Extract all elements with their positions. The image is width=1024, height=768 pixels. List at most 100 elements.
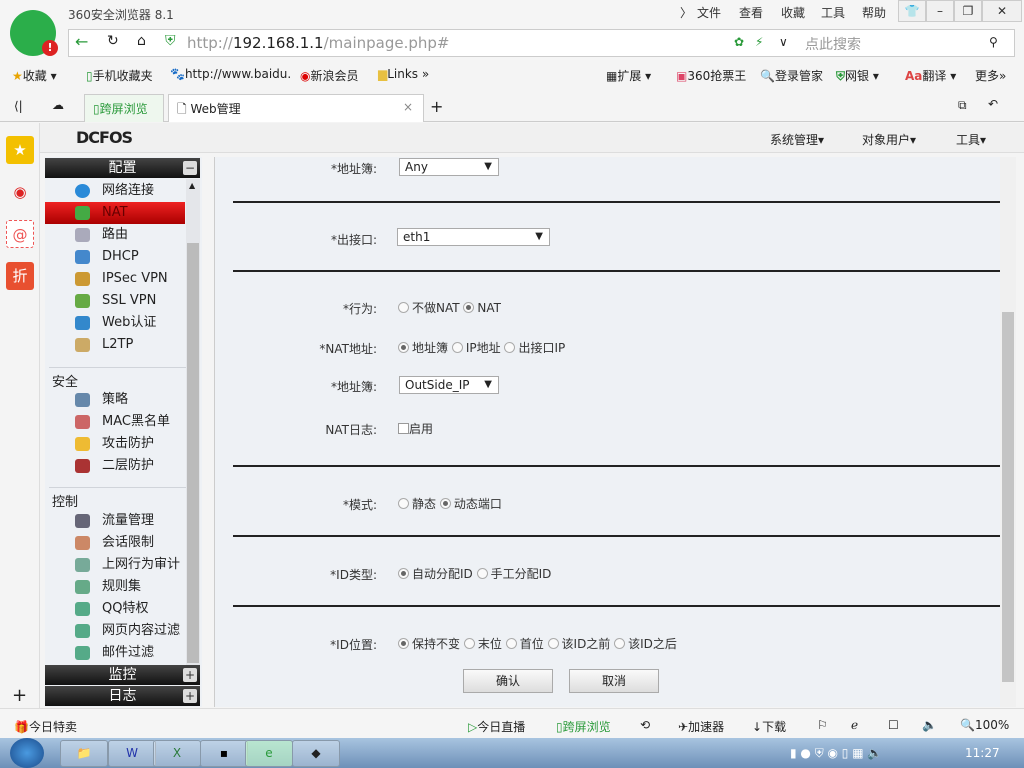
sidebar-toggle-icon[interactable]: ⟨|: [14, 99, 23, 113]
content-scrollbar[interactable]: [1000, 157, 1016, 707]
radio-before-id[interactable]: 该ID之前: [547, 637, 610, 651]
cancel-button[interactable]: 取消: [569, 669, 659, 693]
tray-icons[interactable]: ▮ ● ⛨ ◉ ▯ ▦ 🔈: [790, 746, 882, 761]
ext-more[interactable]: 更多»: [975, 67, 1006, 84]
nav-item-ruleset[interactable]: 规则集: [45, 576, 185, 598]
cloud-icon[interactable]: ☁: [52, 98, 64, 112]
maximize-button[interactable]: ❐: [954, 0, 982, 22]
start-button[interactable]: [10, 738, 44, 768]
radio-addrbook[interactable]: 地址簿: [398, 341, 448, 355]
speed-icon[interactable]: ⚡: [755, 35, 763, 49]
taskbar-explorer[interactable]: 📁: [60, 740, 108, 767]
nav-item-l2-protect[interactable]: 二层防护: [45, 455, 185, 477]
taskbar-app[interactable]: ◆: [292, 740, 340, 767]
ie-icon[interactable]: ℯ: [851, 718, 858, 732]
history-icon[interactable]: ⟲: [640, 718, 650, 732]
taskbar-word[interactable]: W: [108, 740, 156, 767]
undo-icon[interactable]: ↶: [988, 97, 998, 111]
nav-header-monitor[interactable]: 监控 +: [45, 665, 200, 685]
menu-objects[interactable]: 对象用户▾: [862, 131, 916, 148]
addrbook-select[interactable]: Any ▼: [399, 158, 499, 176]
dropdown-icon[interactable]: ∨: [779, 35, 788, 49]
cross-screen-button[interactable]: ▯跨屏浏览: [556, 718, 611, 735]
radio-nat[interactable]: NAT: [463, 301, 501, 315]
window-icon[interactable]: ☐: [888, 718, 899, 732]
nav-scrollbar[interactable]: ▲: [186, 179, 200, 665]
add-icon[interactable]: +: [12, 685, 27, 706]
confirm-button[interactable]: 确认: [463, 669, 553, 693]
nav-item-web-filter[interactable]: 网页内容过滤: [45, 620, 185, 642]
taskbar-browser[interactable]: e: [245, 740, 293, 767]
bookmark-mobile[interactable]: ▯手机收藏夹: [86, 67, 153, 84]
nav-item-mac-blacklist[interactable]: MAC黑名单: [45, 411, 185, 433]
bookmark-links[interactable]: ▆Links »: [378, 67, 429, 81]
compat-icon[interactable]: ✿: [734, 35, 744, 49]
weibo-icon[interactable]: ◉: [6, 178, 34, 206]
radio-keep[interactable]: 保持不变: [398, 637, 460, 651]
ext-bank[interactable]: ⛨网银 ▾: [836, 67, 879, 84]
menu-help[interactable]: 帮助: [862, 4, 886, 21]
nav-item-mail-filter[interactable]: 邮件过滤: [45, 642, 185, 664]
tab-close-icon[interactable]: ×: [403, 100, 413, 114]
new-tab-icon[interactable]: +: [430, 97, 443, 116]
bookmark-baidu[interactable]: 🐾http://www.baidu.: [170, 67, 291, 81]
nav-item-l2tp[interactable]: L2TP: [45, 334, 185, 356]
addrbook-2-select[interactable]: OutSide_IP ▼: [399, 376, 499, 394]
back-icon[interactable]: ←: [75, 32, 88, 51]
nav-item-nat[interactable]: NAT: [45, 202, 185, 224]
discount-icon[interactable]: 折: [6, 262, 34, 290]
skin-button[interactable]: 👕: [898, 0, 926, 22]
nav-item-audit[interactable]: 上网行为审计: [45, 554, 185, 576]
radio-dynamic-port[interactable]: 动态端口: [439, 497, 502, 511]
ext-translate[interactable]: Aa翻译 ▾: [905, 67, 956, 84]
radio-auto-id[interactable]: 自动分配ID: [398, 567, 473, 581]
nav-item-sslvpn[interactable]: SSL VPN: [45, 290, 185, 312]
nav-item-traffic[interactable]: 流量管理: [45, 510, 185, 532]
download-button[interactable]: ↓下载: [752, 718, 786, 735]
flag-icon[interactable]: ⚐: [817, 718, 828, 732]
out-interface-select[interactable]: eth1 ▼: [397, 228, 550, 246]
menu-favorites[interactable]: 收藏: [781, 4, 805, 21]
nav-item-dhcp[interactable]: DHCP: [45, 246, 185, 268]
clock[interactable]: 11:27: [965, 746, 1000, 760]
favorites-star-icon[interactable]: ★: [6, 136, 34, 164]
live-button[interactable]: ▷今日直播: [468, 718, 525, 735]
browser-logo-icon[interactable]: !: [10, 10, 58, 56]
nav-item-attack-protect[interactable]: 攻击防护: [45, 433, 185, 455]
nav-item-webauth[interactable]: Web认证: [45, 312, 185, 334]
ext-ticket[interactable]: ▣360抢票王: [676, 67, 746, 84]
nav-item-ipsec[interactable]: IPSec VPN: [45, 268, 185, 290]
nav-item-session-limit[interactable]: 会话限制: [45, 532, 185, 554]
radio-after-id[interactable]: 该ID之后: [614, 637, 677, 651]
menu-app-tools[interactable]: 工具▾: [956, 131, 986, 148]
taskbar-cmd[interactable]: ▪: [200, 740, 248, 767]
daily-deals[interactable]: 🎁今日特卖: [14, 718, 77, 735]
bookmark-sina[interactable]: ◉新浪会员: [300, 67, 359, 84]
radio-out-if-ip[interactable]: 出接口IP: [504, 341, 565, 355]
ext-extend[interactable]: ▦扩展 ▾: [606, 67, 651, 84]
tab-cross-screen[interactable]: ▯跨屏浏览: [84, 94, 164, 122]
taskbar-excel[interactable]: X: [153, 740, 201, 767]
search-input[interactable]: 点此搜索: [805, 34, 861, 54]
radio-no-nat[interactable]: 不做NAT: [398, 301, 460, 315]
tab-web-admin[interactable]: 🗋 Web管理 ×: [168, 94, 424, 122]
menu-system[interactable]: 系统管理▾: [770, 131, 824, 148]
minimize-button[interactable]: –: [926, 0, 954, 22]
volume-icon[interactable]: 🔈: [922, 718, 937, 732]
zoom-level[interactable]: 🔍100%: [960, 718, 1009, 732]
nav-header-config[interactable]: 配置 −: [45, 158, 200, 178]
ext-login[interactable]: 🔍登录管家: [760, 67, 823, 84]
address-bar[interactable]: ← ↻ ⌂ ⛨ http://192.168.1.1/mainpage.php#…: [68, 29, 1015, 57]
nav-item-route[interactable]: 路由: [45, 224, 185, 246]
nav-header-log[interactable]: 日志 +: [45, 686, 200, 706]
search-icon[interactable]: ⚲: [989, 35, 998, 49]
close-button[interactable]: ✕: [982, 0, 1022, 22]
refresh-icon[interactable]: ↻: [107, 33, 119, 49]
content-scrollbar-thumb[interactable]: [1002, 312, 1014, 682]
nav-scrollbar-thumb[interactable]: [187, 243, 199, 663]
nav-item-network[interactable]: 网络连接: [45, 180, 185, 202]
menu-expand-icon[interactable]: 〉: [680, 4, 692, 21]
nav-item-policy[interactable]: 策略: [45, 389, 185, 411]
menu-view[interactable]: 查看: [739, 4, 763, 21]
tab-list-icon[interactable]: ⧉: [958, 98, 967, 113]
